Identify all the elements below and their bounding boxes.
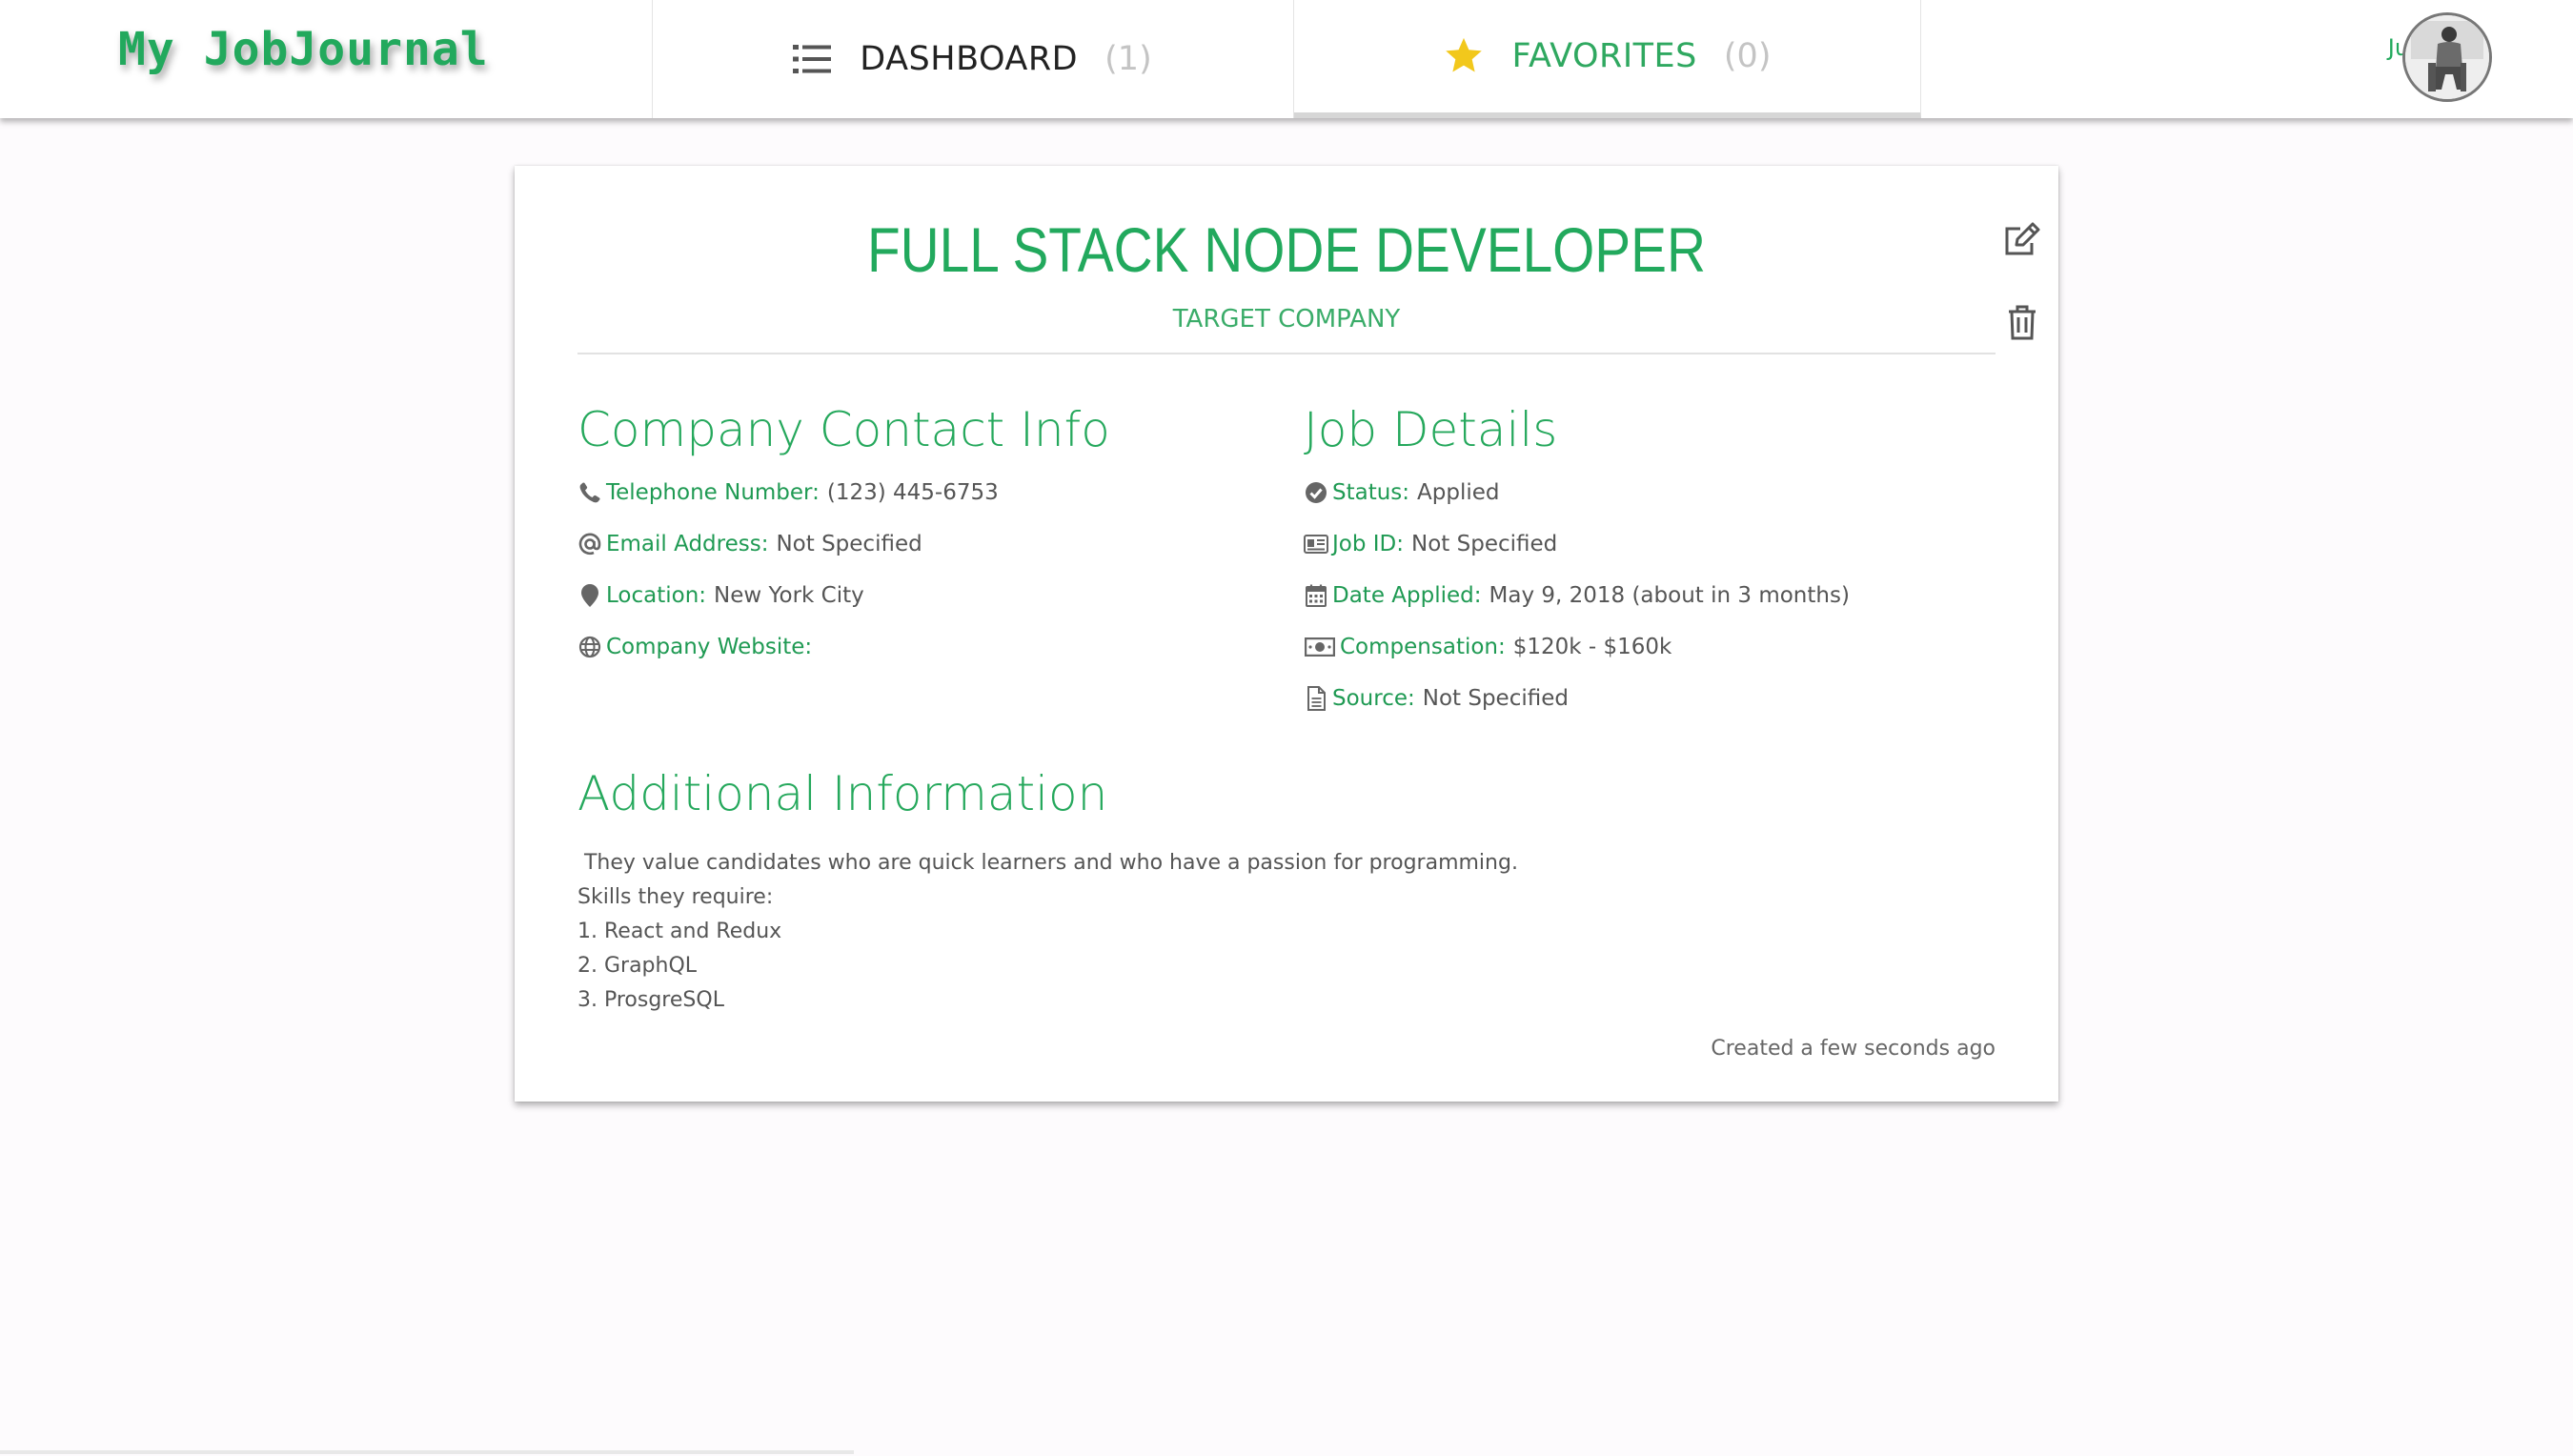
status-field: Status: Applied (1304, 480, 1500, 505)
telephone-field: Telephone Number: (123) 445-6753 (577, 480, 999, 505)
telephone-value: (123) 445-6753 (826, 480, 999, 505)
additional-info-line: They value candidates who are quick lear… (577, 851, 1518, 875)
company-website-label: Company Website: (606, 635, 813, 659)
document-icon (1304, 686, 1328, 711)
top-navbar: My JobJournal DASHBOARD (1) FAVORITES (0… (0, 0, 2573, 118)
job-details-section-title: Job Details (1304, 402, 1558, 457)
job-id-field: Job ID: Not Specified (1304, 532, 1557, 556)
id-card-icon (1304, 532, 1328, 556)
nav-dashboard-label: DASHBOARD (860, 40, 1079, 78)
email-field: Email Address: Not Specified (577, 532, 922, 556)
nav-favorites-tab[interactable]: FAVORITES (0) (1294, 0, 1921, 118)
additional-info-section-title: Additional Information (577, 766, 1108, 821)
status-label: Status: (1332, 480, 1410, 505)
nav-dashboard-tab[interactable]: DASHBOARD (1) (652, 0, 1294, 118)
source-value: Not Specified (1422, 686, 1569, 711)
money-icon (1304, 635, 1336, 659)
additional-info-line: Skills they require: (577, 885, 774, 909)
company-name: TARGET COMPANY (1172, 305, 1401, 334)
list-icon (793, 44, 832, 74)
star-icon (1444, 37, 1484, 75)
location-label: Location: (606, 583, 707, 608)
avatar-photo (2405, 15, 2489, 99)
trash-icon (2009, 305, 2036, 340)
contact-section-title: Company Contact Info (577, 402, 1110, 457)
compensation-value: $120k - $160k (1512, 635, 1672, 659)
nav-dashboard-count: (1) (1104, 40, 1152, 78)
additional-info-text: They value candidates who are quick lear… (577, 846, 1518, 1018)
globe-icon (577, 635, 602, 659)
additional-info-line: 3. ProsgreSQL (577, 988, 724, 1012)
nav-favorites-label: FAVORITES (1511, 37, 1697, 75)
job-title: FULL STACK NODE DEVELOPER (866, 214, 1706, 285)
brand-logo-text[interactable]: My JobJournal (118, 23, 489, 76)
compensation-label: Compensation: (1340, 635, 1506, 659)
date-applied-label: Date Applied: (1332, 583, 1482, 608)
created-timestamp: Created a few seconds ago (1711, 1037, 1996, 1061)
horizontal-scrollbar[interactable] (0, 1450, 854, 1454)
additional-info-line: 1. React and Redux (577, 920, 782, 943)
calendar-icon (1304, 583, 1328, 608)
avatar[interactable] (2402, 12, 2492, 102)
additional-info-line: 2. GraphQL (577, 954, 698, 978)
brand-area[interactable]: My JobJournal (0, 0, 653, 118)
source-field: Source: Not Specified (1304, 686, 1569, 711)
date-applied-value: May 9, 2018 (about in 3 months) (1489, 583, 1850, 608)
job-id-value: Not Specified (1411, 532, 1558, 556)
edit-icon (2005, 222, 2040, 255)
compensation-field: Compensation: $120k - $160k (1304, 635, 1671, 659)
location-value: New York City (714, 583, 864, 608)
check-circle-icon (1304, 480, 1328, 505)
email-value: Not Specified (776, 532, 922, 556)
delete-button[interactable] (2001, 301, 2043, 343)
phone-icon (577, 480, 602, 505)
at-icon (577, 532, 602, 556)
divider (577, 353, 1996, 354)
edit-button[interactable] (2001, 219, 2043, 261)
date-applied-field: Date Applied: May 9, 2018 (about in 3 mo… (1304, 583, 1850, 608)
job-card: FULL STACK NODE DEVELOPER TARGET COMPANY… (515, 166, 2058, 1102)
job-id-label: Job ID: (1332, 532, 1405, 556)
source-label: Source: (1332, 686, 1415, 711)
company-website-field: Company Website: (577, 635, 820, 659)
map-marker-icon (577, 583, 602, 608)
status-value: Applied (1417, 480, 1500, 505)
location-field: Location: New York City (577, 583, 864, 608)
email-label: Email Address: (606, 532, 769, 556)
nav-favorites-count: (0) (1723, 37, 1772, 75)
telephone-label: Telephone Number: (606, 480, 820, 505)
